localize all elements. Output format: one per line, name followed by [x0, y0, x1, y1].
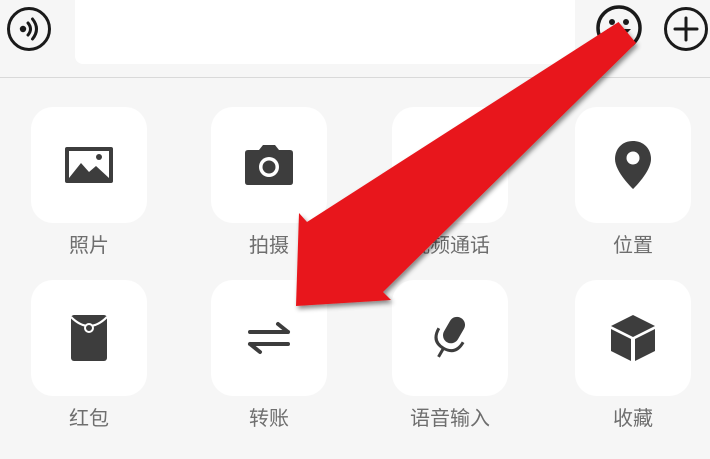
action-favorites[interactable]: 收藏	[575, 280, 691, 430]
action-tile[interactable]	[575, 107, 691, 223]
action-tile[interactable]	[392, 280, 508, 396]
action-label: 拍摄	[249, 233, 289, 257]
emoji-button[interactable]	[594, 3, 644, 53]
plus-icon	[673, 16, 699, 42]
voice-button[interactable]	[7, 7, 51, 51]
action-camera[interactable]: 拍摄	[211, 107, 327, 257]
action-label: 位置	[613, 233, 653, 257]
chat-input-bar	[0, 0, 710, 78]
action-tile[interactable]	[392, 107, 508, 223]
action-label: 语音输入	[410, 406, 490, 430]
action-tile[interactable]	[211, 107, 327, 223]
photo-icon	[65, 147, 113, 183]
transfer-icon	[248, 322, 290, 354]
action-label: 转账	[249, 406, 289, 430]
more-button[interactable]	[664, 7, 708, 51]
action-tile[interactable]	[31, 107, 147, 223]
action-voice-input[interactable]: 语音输入	[392, 280, 508, 430]
location-icon	[615, 141, 651, 189]
action-tile[interactable]	[211, 280, 327, 396]
action-video-call[interactable]: 视频通话	[392, 107, 508, 257]
message-input[interactable]	[75, 0, 575, 64]
action-panel: 照片 拍摄 视频通话 位置 红包 转账 语音输入 收藏	[0, 79, 710, 459]
emoji-icon	[596, 5, 642, 51]
microphone-icon	[434, 316, 465, 358]
action-location[interactable]: 位置	[575, 107, 691, 257]
video-call-icon	[425, 150, 475, 180]
action-label: 收藏	[613, 406, 653, 430]
action-photo[interactable]: 照片	[31, 107, 147, 257]
action-transfer[interactable]: 转账	[211, 280, 327, 430]
action-label: 红包	[69, 406, 109, 430]
action-red-packet[interactable]: 红包	[31, 280, 147, 430]
action-tile[interactable]	[31, 280, 147, 396]
red-packet-icon	[70, 315, 108, 361]
camera-icon	[245, 145, 293, 185]
action-label: 视频通话	[410, 233, 490, 257]
voice-icon	[19, 17, 38, 41]
action-label: 照片	[69, 233, 109, 257]
action-tile[interactable]	[575, 280, 691, 396]
favorites-icon	[611, 315, 655, 361]
